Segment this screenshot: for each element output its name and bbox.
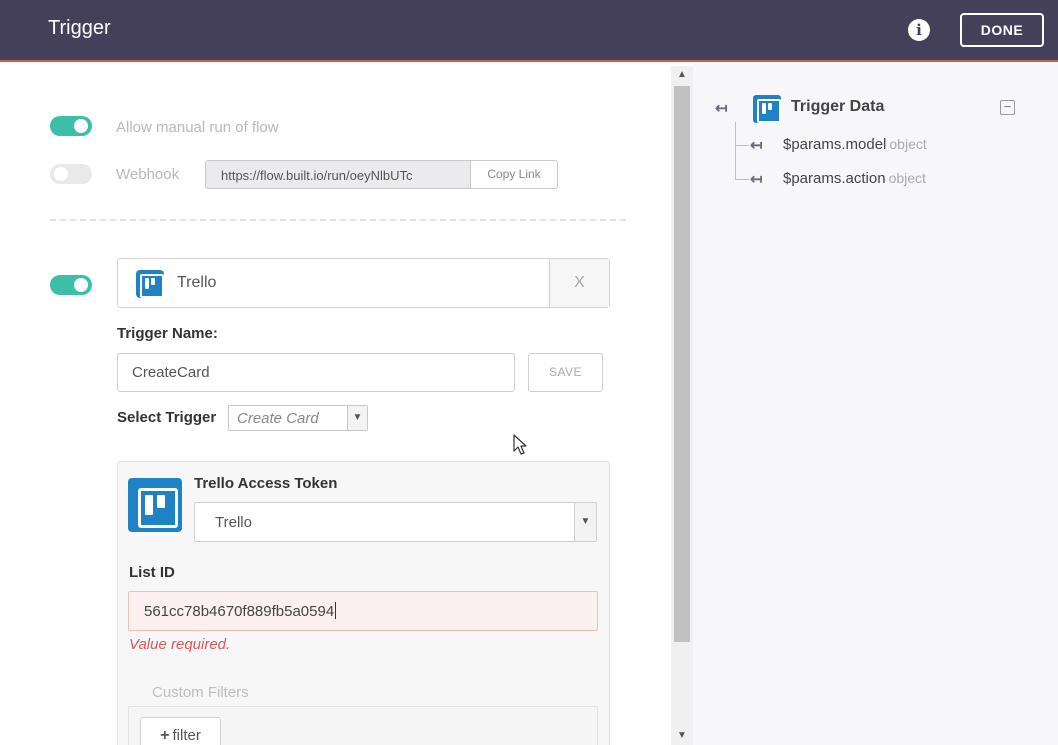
select-trigger-value: Create Card — [237, 410, 319, 427]
webhook-label: Webhook — [116, 166, 180, 183]
toggle-knob — [54, 167, 68, 181]
service-selector[interactable]: Trello X — [117, 258, 610, 308]
list-id-value: 561cc78b4670f889fb5a0594 — [144, 603, 335, 620]
param-name: $params.action — [783, 170, 886, 187]
manual-run-label: Allow manual run of flow — [116, 119, 279, 136]
scroll-down-arrow[interactable]: ▼ — [671, 727, 693, 745]
error-message: Value required. — [129, 636, 231, 653]
tree-connector — [735, 179, 749, 180]
select-trigger-label: Select Trigger — [117, 409, 217, 426]
webhook-url[interactable]: https://flow.built.io/run/oeyNlbUTc — [221, 168, 466, 183]
section-divider — [50, 219, 626, 221]
tree-node-icon: ↤ — [715, 100, 728, 117]
access-token-dropdown[interactable]: Trello ▼ — [194, 502, 597, 542]
text-caret — [335, 602, 337, 619]
param-type: object — [888, 170, 926, 186]
trello-icon — [753, 95, 781, 123]
tree-node-icon: ↤ — [750, 137, 763, 154]
info-icon[interactable]: i — [908, 19, 930, 41]
tree-node-icon: ↤ — [750, 171, 763, 188]
page-title: Trigger — [48, 17, 111, 39]
service-toggle[interactable] — [50, 275, 92, 295]
scrollbar-thumb[interactable] — [674, 86, 690, 642]
webhook-url-field[interactable]: https://flow.built.io/run/oeyNlbUTc Copy… — [205, 160, 558, 189]
trello-icon — [128, 478, 182, 532]
access-token-value: Trello — [215, 514, 252, 531]
param-type: object — [889, 136, 927, 152]
custom-filters-label: Custom Filters — [152, 684, 249, 701]
webhook-toggle[interactable] — [50, 164, 92, 184]
close-icon[interactable]: X — [549, 259, 609, 307]
list-id-label: List ID — [129, 564, 175, 581]
add-filter-button[interactable]: + filter — [140, 717, 221, 745]
chevron-down-icon[interactable]: ▼ — [347, 406, 367, 430]
add-filter-label: filter — [172, 727, 201, 744]
scroll-up-arrow[interactable]: ▲ — [671, 66, 693, 84]
access-token-label: Trello Access Token — [194, 475, 338, 492]
done-button[interactable]: DONE — [960, 13, 1044, 47]
tree-connector — [735, 122, 736, 179]
copy-link-button[interactable]: Copy Link — [470, 161, 557, 188]
tree-connector — [735, 145, 749, 146]
trigger-name-input[interactable]: CreateCard — [117, 353, 515, 392]
trigger-data-item[interactable]: $params.action object — [783, 170, 926, 187]
manual-run-toggle[interactable] — [50, 116, 92, 136]
trigger-name-label: Trigger Name: — [117, 325, 218, 342]
service-name: Trello — [177, 274, 217, 291]
toggle-knob — [74, 278, 88, 292]
top-bar: Trigger i DONE — [0, 0, 1058, 62]
list-id-input[interactable]: 561cc78b4670f889fb5a0594 — [128, 591, 598, 631]
save-button[interactable]: SAVE — [528, 353, 603, 392]
trigger-data-panel — [693, 64, 1058, 745]
select-trigger-dropdown[interactable]: Create Card ▼ — [228, 405, 368, 431]
trello-icon — [136, 270, 164, 298]
mouse-pointer-icon — [513, 434, 527, 455]
trigger-data-item[interactable]: $params.model object — [783, 136, 927, 153]
chevron-down-icon[interactable]: ▼ — [574, 503, 596, 541]
collapse-icon[interactable]: − — [1000, 100, 1015, 115]
toggle-knob — [74, 119, 88, 133]
param-name: $params.model — [783, 136, 887, 153]
trigger-data-title: Trigger Data — [791, 98, 885, 115]
plus-icon: + — [160, 727, 170, 744]
